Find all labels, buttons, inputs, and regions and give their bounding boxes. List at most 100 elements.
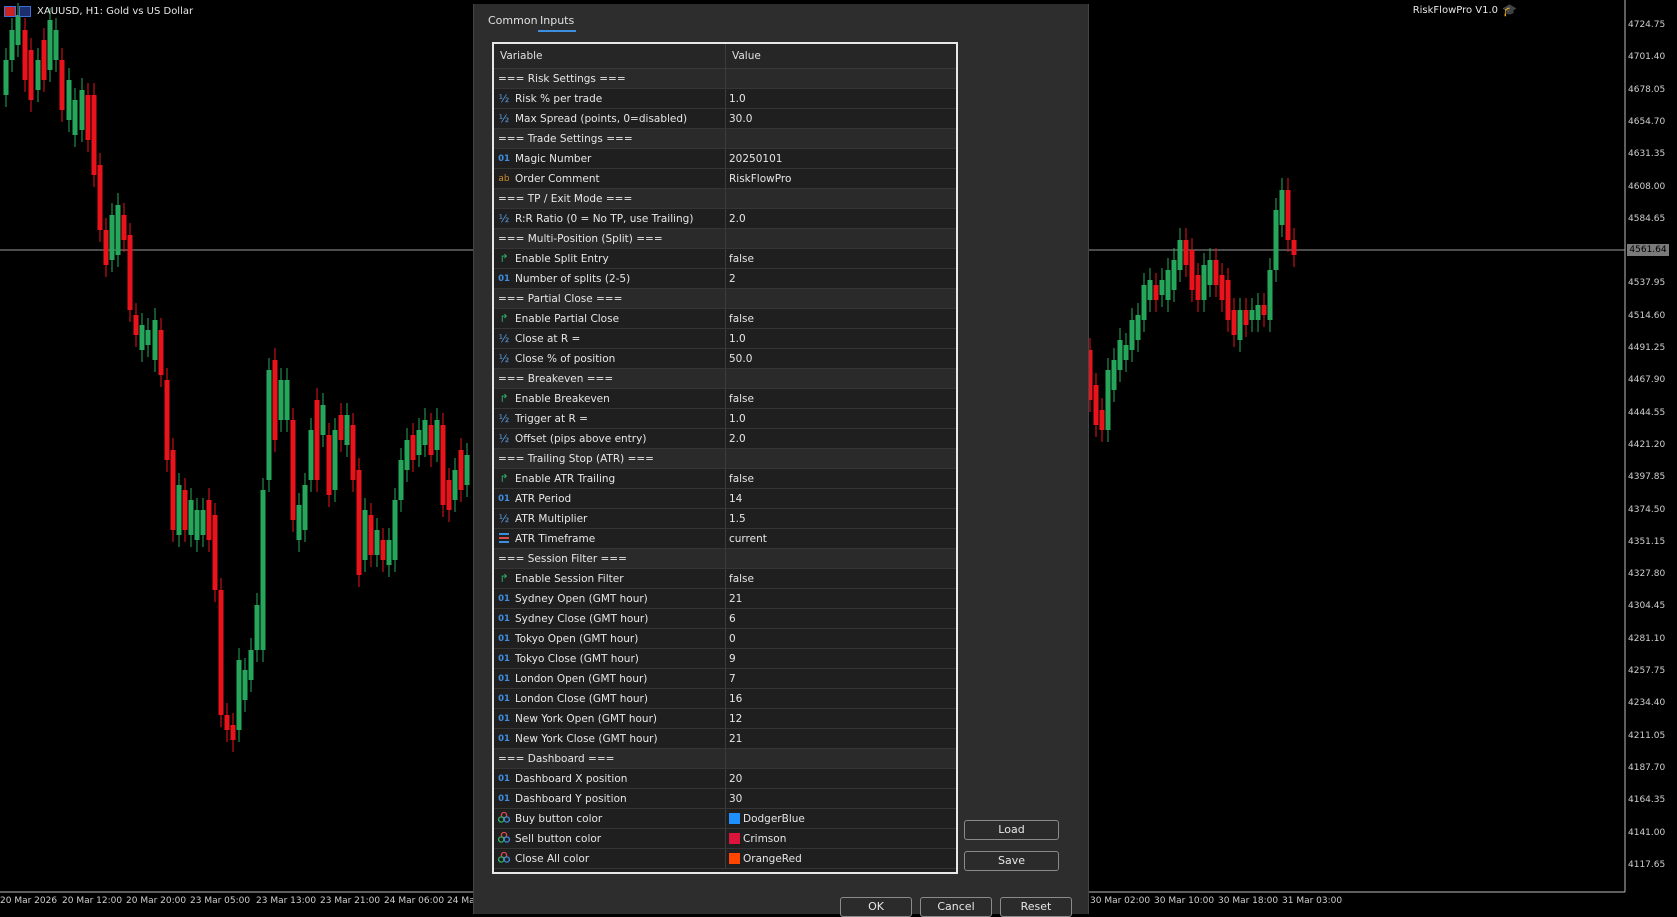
value-cell[interactable]: 20 <box>726 769 956 788</box>
section-row[interactable]: === Trailing Stop (ATR) === <box>494 449 956 469</box>
input-row[interactable]: ½ R:R Ratio (0 = No TP, use Trailing) 2.0 <box>494 209 956 229</box>
value-cell[interactable]: RiskFlowPro <box>726 169 956 188</box>
candle-body <box>266 370 272 480</box>
value-cell[interactable]: 14 <box>726 489 956 508</box>
input-row[interactable]: Sell button color Crimson <box>494 829 956 849</box>
value-cell[interactable]: 1.0 <box>726 329 956 348</box>
input-row[interactable]: ↱ Enable Breakeven false <box>494 389 956 409</box>
tab-common[interactable]: Common <box>486 14 540 30</box>
section-row[interactable]: === Dashboard === <box>494 749 956 769</box>
value-cell[interactable]: 20250101 <box>726 149 956 168</box>
input-row[interactable]: 01 London Close (GMT hour) 16 <box>494 689 956 709</box>
value-cell[interactable]: DodgerBlue <box>726 809 956 828</box>
candle-body <box>290 420 296 520</box>
column-header-value[interactable]: Value <box>726 44 956 68</box>
variable-cell: ↱ Enable Split Entry <box>494 249 726 268</box>
cancel-button[interactable]: Cancel <box>920 897 992 917</box>
value-cell[interactable]: 2.0 <box>726 429 956 448</box>
section-row[interactable]: === Trade Settings === <box>494 129 956 149</box>
candle-body <box>170 450 176 530</box>
input-row[interactable]: ½ ATR Multiplier 1.5 <box>494 509 956 529</box>
input-row[interactable]: 01 Magic Number 20250101 <box>494 149 956 169</box>
input-row[interactable]: ½ Risk % per trade 1.0 <box>494 89 956 109</box>
value-cell[interactable]: 50.0 <box>726 349 956 368</box>
value-cell[interactable]: 7 <box>726 669 956 688</box>
input-row[interactable]: ATR Timeframe current <box>494 529 956 549</box>
input-row[interactable]: ½ Offset (pips above entry) 2.0 <box>494 429 956 449</box>
variable-cell: 01 Tokyo Open (GMT hour) <box>494 629 726 648</box>
input-row[interactable]: 01 Dashboard X position 20 <box>494 769 956 789</box>
input-row[interactable]: ½ Max Spread (points, 0=disabled) 30.0 <box>494 109 956 129</box>
price-tick-label: 4654.70 <box>1628 116 1666 127</box>
value-cell[interactable]: 2.0 <box>726 209 956 228</box>
input-row[interactable]: ½ Trigger at R = 1.0 <box>494 409 956 429</box>
color-swatch[interactable] <box>729 813 740 824</box>
value-cell[interactable]: current <box>726 529 956 548</box>
load-button[interactable]: Load <box>964 820 1059 840</box>
column-header-variable[interactable]: Variable <box>494 44 726 68</box>
input-row[interactable]: ½ Close at R = 1.0 <box>494 329 956 349</box>
ok-button[interactable]: OK <box>840 897 912 917</box>
input-row[interactable]: ab Order Comment RiskFlowPro <box>494 169 956 189</box>
input-row[interactable]: ↱ Enable ATR Trailing false <box>494 469 956 489</box>
input-row[interactable]: ↱ Enable Session Filter false <box>494 569 956 589</box>
input-row[interactable]: 01 Tokyo Close (GMT hour) 9 <box>494 649 956 669</box>
input-row[interactable]: 01 Number of splits (2-5) 2 <box>494 269 956 289</box>
input-row[interactable]: ↱ Enable Split Entry false <box>494 249 956 269</box>
variable-cell: ½ Close at R = <box>494 329 726 348</box>
value-cell[interactable]: false <box>726 249 956 268</box>
value-cell[interactable]: 1.5 <box>726 509 956 528</box>
section-row[interactable]: === Partial Close === <box>494 289 956 309</box>
value-cell[interactable]: false <box>726 569 956 588</box>
color-swatch[interactable] <box>729 833 740 844</box>
value-cell[interactable]: 16 <box>726 689 956 708</box>
value-cell[interactable]: 21 <box>726 589 956 608</box>
section-row[interactable]: === TP / Exit Mode === <box>494 189 956 209</box>
variable-name: Number of splits (2-5) <box>515 272 631 285</box>
input-row[interactable]: 01 Sydney Open (GMT hour) 21 <box>494 589 956 609</box>
variable-name: Enable Split Entry <box>515 252 609 265</box>
input-row[interactable]: 01 Tokyo Open (GMT hour) 0 <box>494 629 956 649</box>
value-cell[interactable]: 9 <box>726 649 956 668</box>
candle-body <box>392 500 398 560</box>
color-swatch[interactable] <box>729 853 740 864</box>
value-cell[interactable]: 2 <box>726 269 956 288</box>
value-cell <box>726 69 956 88</box>
input-row[interactable]: 01 London Open (GMT hour) 7 <box>494 669 956 689</box>
price-tick-label: 4701.40 <box>1628 52 1666 63</box>
expert-advisor-badge[interactable]: RiskFlowPro V1.0 🎓 <box>1413 3 1517 17</box>
input-row[interactable]: 01 New York Close (GMT hour) 21 <box>494 729 956 749</box>
input-row[interactable]: Buy button color DodgerBlue <box>494 809 956 829</box>
input-row[interactable]: 01 Dashboard Y position 30 <box>494 789 956 809</box>
value-cell[interactable]: 6 <box>726 609 956 628</box>
candle-body <box>428 425 434 455</box>
input-row[interactable]: 01 Sydney Close (GMT hour) 6 <box>494 609 956 629</box>
input-row[interactable]: ½ Close % of position 50.0 <box>494 349 956 369</box>
input-row[interactable]: ↱ Enable Partial Close false <box>494 309 956 329</box>
value-cell[interactable]: 1.0 <box>726 89 956 108</box>
value-cell[interactable]: 0 <box>726 629 956 648</box>
input-row[interactable]: Close All color OrangeRed <box>494 849 956 869</box>
section-row[interactable]: === Session Filter === <box>494 549 956 569</box>
value-cell[interactable]: 1.0 <box>726 409 956 428</box>
reset-button[interactable]: Reset <box>1000 897 1072 917</box>
section-row[interactable]: === Breakeven === <box>494 369 956 389</box>
value-cell[interactable]: Crimson <box>726 829 956 848</box>
save-button[interactable]: Save <box>964 851 1059 871</box>
input-row[interactable]: 01 ATR Period 14 <box>494 489 956 509</box>
value-cell[interactable]: false <box>726 469 956 488</box>
value-cell[interactable]: 12 <box>726 709 956 728</box>
candle-body <box>350 425 356 480</box>
value-cell[interactable]: false <box>726 389 956 408</box>
value-cell[interactable]: 21 <box>726 729 956 748</box>
candle-body <box>35 60 41 90</box>
price-tick-label: 4187.70 <box>1628 762 1666 773</box>
value-cell[interactable]: OrangeRed <box>726 849 956 868</box>
value-cell[interactable]: 30.0 <box>726 109 956 128</box>
value-cell[interactable]: 30 <box>726 789 956 808</box>
input-row[interactable]: 01 New York Open (GMT hour) 12 <box>494 709 956 729</box>
section-row[interactable]: === Multi-Position (Split) === <box>494 229 956 249</box>
section-row[interactable]: === Risk Settings === <box>494 69 956 89</box>
value-cell[interactable]: false <box>726 309 956 328</box>
tab-inputs[interactable]: Inputs <box>538 14 577 32</box>
